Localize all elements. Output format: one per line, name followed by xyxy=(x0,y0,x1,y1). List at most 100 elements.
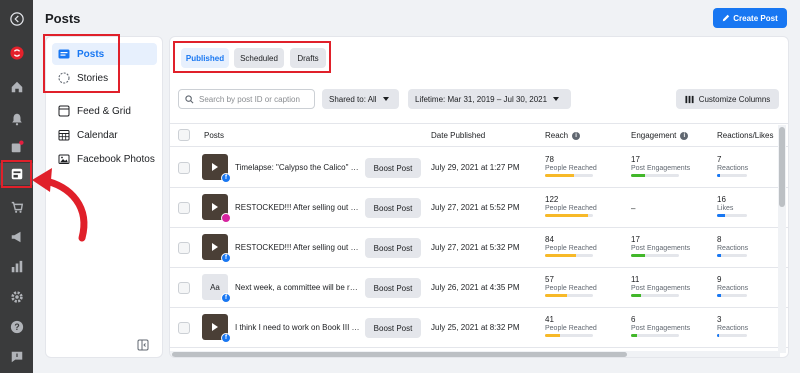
table-row[interactable]: Aa f Next week, a committee will be re...… xyxy=(170,268,788,308)
reactions-value: 7 xyxy=(717,155,722,164)
table-row[interactable]: f Timelapse: "Calypso the Calico" ©... B… xyxy=(170,148,788,188)
columns-icon xyxy=(685,95,694,103)
reach-bar xyxy=(545,254,593,257)
post-thumbnail[interactable]: f xyxy=(202,234,231,263)
row-checkbox[interactable] xyxy=(178,322,190,334)
create-post-button[interactable]: Create Post xyxy=(713,8,787,28)
post-thumbnail[interactable]: f xyxy=(202,314,231,343)
customize-columns-label: Customize Columns xyxy=(698,94,771,104)
play-icon xyxy=(212,323,218,331)
engagement-value: 11 xyxy=(631,275,640,284)
reactions-value: 9 xyxy=(717,275,722,284)
nav-item-label: Feed & Grid xyxy=(77,105,131,117)
reactions-cell: 7 Reactions xyxy=(717,155,777,177)
post-caption[interactable]: Timelapse: "Calypso the Calico" ©... xyxy=(235,163,360,172)
engagement-cell: 6 Post Engagements xyxy=(631,315,691,337)
col-engagement-label: Engagement xyxy=(631,131,677,140)
home-icon[interactable] xyxy=(0,76,33,98)
reach-value: 78 xyxy=(545,155,554,164)
nav-item-calendar[interactable]: Calendar xyxy=(52,124,157,146)
reach-label: People Reached xyxy=(545,285,597,292)
post-thumbnail[interactable]: Aa f xyxy=(202,274,231,303)
reach-bar xyxy=(545,334,593,337)
col-date[interactable]: Date Published xyxy=(431,131,485,140)
megaphone-icon[interactable] xyxy=(0,226,33,248)
help-icon[interactable]: ? xyxy=(0,316,33,338)
reactions-label: Reactions xyxy=(717,165,749,172)
reach-cell: 122 People Reached xyxy=(545,195,605,217)
col-reach[interactable]: Reach i xyxy=(545,131,581,140)
reach-label: People Reached xyxy=(545,245,597,252)
tabs-highlight xyxy=(173,41,331,73)
reach-value: 57 xyxy=(545,275,554,284)
report-icon[interactable] xyxy=(0,346,33,368)
reactions-cell: 8 Reactions xyxy=(717,235,777,257)
engagement-bar xyxy=(631,174,679,177)
reactions-bar xyxy=(717,254,747,257)
engagement-bar xyxy=(631,334,679,337)
post-caption[interactable]: Next week, a committee will be re... xyxy=(235,283,360,292)
engagement-cell: 17 Post Engagements xyxy=(631,235,691,257)
post-date: July 29, 2021 at 1:27 PM xyxy=(431,163,520,172)
table-row[interactable]: f RESTOCKED!!! After selling out of ... … xyxy=(170,228,788,268)
posts-panel: Published Scheduled Drafts Search by pos… xyxy=(169,36,789,358)
row-checkbox[interactable] xyxy=(178,282,190,294)
reach-cell: 84 People Reached xyxy=(545,235,605,257)
feed-icon xyxy=(58,105,70,117)
shared-to-dropdown[interactable]: Shared to: All xyxy=(322,89,399,109)
gear-icon[interactable] xyxy=(0,286,33,308)
create-post-label: Create Post xyxy=(733,13,778,23)
post-caption[interactable]: RESTOCKED!!! After selling out of ... xyxy=(235,203,360,212)
search-placeholder: Search by post ID or caption xyxy=(199,94,300,104)
info-icon[interactable]: i xyxy=(680,131,689,140)
content-icon-highlight xyxy=(1,160,32,188)
boost-post-button[interactable]: Boost Post xyxy=(365,198,421,218)
table-row[interactable]: f I think I need to work on Book III t..… xyxy=(170,308,788,348)
table-row[interactable]: RESTOCKED!!! After selling out of ... Bo… xyxy=(170,188,788,228)
reactions-value: 16 xyxy=(717,195,726,204)
row-checkbox[interactable] xyxy=(178,162,190,174)
row-checkbox[interactable] xyxy=(178,202,190,214)
chevron-down-icon xyxy=(382,97,389,101)
row-checkbox[interactable] xyxy=(178,242,190,254)
boost-post-button[interactable]: Boost Post xyxy=(365,278,421,298)
chart-icon[interactable] xyxy=(0,256,33,278)
engagement-value: 17 xyxy=(631,155,640,164)
reactions-cell: 9 Reactions xyxy=(717,275,777,297)
engagement-cell: 11 Post Engagements xyxy=(631,275,691,297)
customize-columns-button[interactable]: Customize Columns xyxy=(676,89,779,109)
logo-icon[interactable] xyxy=(0,42,33,64)
facebook-icon: f xyxy=(221,253,231,263)
back-icon[interactable] xyxy=(0,8,33,30)
col-posts-label: Posts xyxy=(204,131,225,140)
info-icon[interactable]: i xyxy=(572,131,581,140)
horizontal-scroll-thumb[interactable] xyxy=(172,352,627,357)
boost-post-button[interactable]: Boost Post xyxy=(365,318,421,338)
nav-item-feed-grid[interactable]: Feed & Grid xyxy=(52,100,157,122)
nav-item-label: Calendar xyxy=(77,129,118,141)
post-caption[interactable]: RESTOCKED!!! After selling out of ... xyxy=(235,243,360,252)
post-caption[interactable]: I think I need to work on Book III t... xyxy=(235,323,360,332)
engagement-label: Post Engagements xyxy=(631,245,691,252)
reactions-bar xyxy=(717,174,747,177)
bell-icon[interactable] xyxy=(0,108,33,130)
post-thumbnail[interactable] xyxy=(202,194,231,223)
flag-icon[interactable] xyxy=(0,136,33,158)
collapse-sidebar-icon[interactable] xyxy=(137,339,149,351)
post-thumbnail[interactable]: f xyxy=(202,154,231,183)
select-all-checkbox[interactable] xyxy=(178,129,190,141)
reach-label: People Reached xyxy=(545,165,597,172)
play-icon xyxy=(212,163,218,171)
engagement-label: Post Engagements xyxy=(631,285,691,292)
shop-icon[interactable] xyxy=(0,196,33,218)
boost-post-button[interactable]: Boost Post xyxy=(365,238,421,258)
search-input[interactable]: Search by post ID or caption xyxy=(178,89,315,109)
date-range-dropdown[interactable]: Lifetime: Mar 31, 2019 – Jul 30, 2021 xyxy=(408,89,571,109)
page-title: Posts xyxy=(45,11,81,26)
col-reactions[interactable]: Reactions/Likes xyxy=(717,131,773,140)
reactions-value: 8 xyxy=(717,235,722,244)
boost-post-button[interactable]: Boost Post xyxy=(365,158,421,178)
col-engagement[interactable]: Engagement i xyxy=(631,131,689,140)
reach-label: People Reached xyxy=(545,325,597,332)
vertical-scroll-thumb[interactable] xyxy=(779,127,785,207)
